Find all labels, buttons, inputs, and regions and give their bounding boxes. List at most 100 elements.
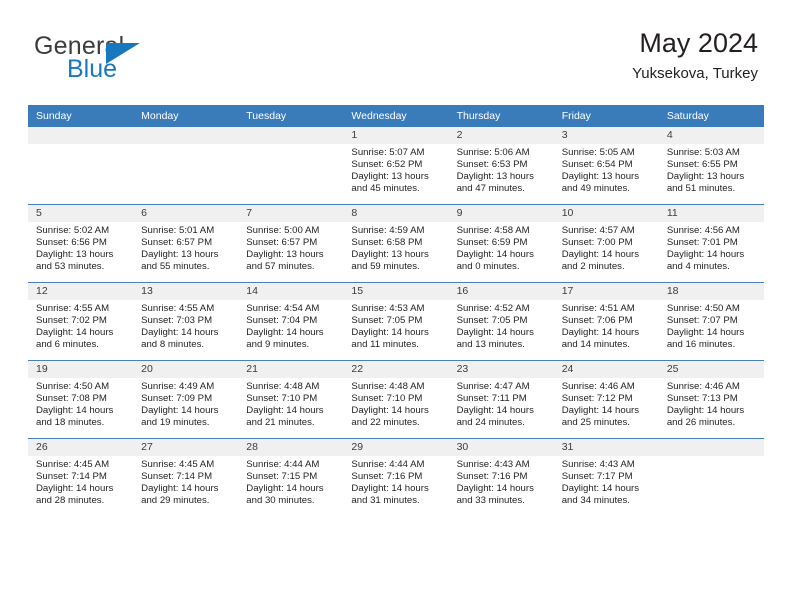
day-daylight-cont-text: and 59 minutes. (351, 261, 420, 273)
day-sunset-text: Sunset: 7:00 PM (561, 237, 633, 249)
calendar-day-cell[interactable]: 30 Sunrise: 4:43 AM Sunset: 7:16 PM Dayligh… (448, 438, 554, 516)
calendar-day-cell[interactable]: 12 Sunrise: 4:55 AM Sunset: 7:02 PM Dayligh… (28, 282, 134, 361)
calendar-day-cell[interactable]: 19 Sunrise: 4:50 AM Sunset: 7:08 PM Dayligh… (28, 360, 134, 439)
day-sunrise-text: Sunrise: 4:58 AM (456, 225, 530, 236)
day-number: 3 (553, 127, 659, 144)
day-sunset-text: Sunset: 7:08 PM (36, 393, 107, 405)
day-sunset-text: Sunset: 7:12 PM (561, 393, 633, 405)
calendar-cell-empty (133, 127, 239, 205)
day-sunrise-text: Sunrise: 4:59 AM (351, 225, 425, 236)
calendar-day-cell[interactable]: 9 Sunrise: 4:58 AM Sunset: 6:59 PM Daylight… (448, 204, 554, 283)
calendar-day-cell[interactable]: 18 Sunrise: 4:50 AM Sunset: 7:07 PM Dayligh… (658, 282, 764, 361)
day-sunset-text: Sunset: 7:01 PM (666, 237, 738, 249)
day-daylight-text: Daylight: 14 hours (456, 483, 534, 495)
calendar-day-cell[interactable]: 29 Sunrise: 4:44 AM Sunset: 7:16 PM Dayligh… (343, 438, 449, 516)
calendar-day-cell[interactable]: 26 Sunrise: 4:45 AM Sunset: 7:14 PM Dayligh… (28, 438, 134, 516)
day-daylight-text: Daylight: 14 hours (351, 327, 429, 339)
calendar-day-cell[interactable]: 27 Sunrise: 4:45 AM Sunset: 7:14 PM Dayligh… (133, 438, 239, 516)
day-sunset-text: Sunset: 7:06 PM (561, 315, 633, 327)
day-sunset-text: Sunset: 7:07 PM (666, 315, 738, 327)
day-daylight-cont-text: and 22 minutes. (351, 417, 420, 429)
day-number (28, 127, 134, 144)
calendar-day-cell[interactable]: 25 Sunrise: 4:46 AM Sunset: 7:13 PM Dayligh… (658, 360, 764, 439)
day-number: 17 (553, 283, 659, 300)
weekday-header-saturday: Saturday (658, 105, 764, 127)
day-sunset-text: Sunset: 7:14 PM (36, 471, 107, 483)
day-daylight-cont-text: and 11 minutes. (351, 339, 419, 351)
calendar-day-cell[interactable]: 10 Sunrise: 4:57 AM Sunset: 7:00 PM Dayligh… (553, 204, 659, 283)
day-number: 14 (238, 283, 344, 300)
day-number: 12 (28, 283, 134, 300)
calendar-day-cell[interactable]: 15 Sunrise: 4:53 AM Sunset: 7:05 PM Dayligh… (343, 282, 449, 361)
day-daylight-text: Daylight: 14 hours (561, 327, 640, 339)
day-daylight-text: Daylight: 14 hours (456, 405, 534, 417)
calendar-day-cell[interactable]: 31 Sunrise: 4:43 AM Sunset: 7:17 PM Dayligh… (553, 438, 659, 516)
day-daylight-text: Daylight: 14 hours (36, 327, 114, 339)
day-number: 29 (343, 439, 449, 456)
calendar-day-cell[interactable]: 13 Sunrise: 4:55 AM Sunset: 7:03 PM Dayligh… (133, 282, 239, 361)
day-daylight-cont-text: and 30 minutes. (246, 495, 315, 507)
calendar-day-cell[interactable]: 22 Sunrise: 4:48 AM Sunset: 7:10 PM Dayligh… (343, 360, 449, 439)
calendar-grid: Sunday Monday Tuesday Wednesday Thursday… (28, 105, 764, 516)
calendar-day-cell[interactable]: 8 Sunrise: 4:59 AM Sunset: 6:58 PM Daylight… (343, 204, 449, 283)
calendar-day-cell[interactable]: 11 Sunrise: 4:56 AM Sunset: 7:01 PM Dayligh… (658, 204, 764, 283)
brand-logo[interactable]: General Blue (34, 34, 264, 92)
day-sunrise-text: Sunrise: 5:03 AM (666, 147, 740, 158)
day-sunrise-text: Sunrise: 4:55 AM (141, 303, 215, 314)
calendar-head: Sunday Monday Tuesday Wednesday Thursday… (28, 105, 764, 127)
calendar-page: General Blue May 2024 Yuksekova, Turkey … (0, 0, 792, 612)
day-sunset-text: Sunset: 7:09 PM (141, 393, 213, 405)
day-daylight-text: Daylight: 14 hours (246, 483, 324, 495)
day-sunrise-text: Sunrise: 4:48 AM (246, 381, 320, 392)
calendar-day-cell[interactable]: 20 Sunrise: 4:49 AM Sunset: 7:09 PM Dayligh… (133, 360, 239, 439)
day-daylight-text: Daylight: 14 hours (561, 483, 640, 495)
weekday-header-tuesday: Tuesday (238, 105, 344, 127)
day-daylight-cont-text: and 14 minutes. (561, 339, 630, 351)
calendar-body: 1 Sunrise: 5:07 AM Sunset: 6:52 PM Daylight… (28, 127, 764, 516)
day-details: Sunrise: 5:03 AM Sunset: 6:55 PM Daylight:… (659, 144, 764, 195)
day-number: 8 (343, 205, 449, 222)
day-sunrise-text: Sunrise: 5:00 AM (246, 225, 320, 236)
day-details: Sunrise: 4:45 AM Sunset: 7:14 PM Daylight:… (133, 456, 238, 507)
calendar-day-cell[interactable]: 5 Sunrise: 5:02 AM Sunset: 6:56 PM Daylight… (28, 204, 134, 283)
calendar-day-cell[interactable]: 23 Sunrise: 4:47 AM Sunset: 7:11 PM Dayligh… (448, 360, 554, 439)
day-details: Sunrise: 4:59 AM Sunset: 6:58 PM Daylight:… (343, 222, 448, 273)
day-daylight-cont-text: and 55 minutes. (141, 261, 210, 273)
day-sunrise-text: Sunrise: 4:43 AM (561, 459, 635, 470)
day-daylight-text: Daylight: 13 hours (351, 249, 429, 261)
day-number: 4 (658, 127, 764, 144)
day-sunset-text: Sunset: 7:10 PM (246, 393, 318, 405)
day-sunset-text: Sunset: 7:14 PM (141, 471, 213, 483)
calendar-day-cell[interactable]: 16 Sunrise: 4:52 AM Sunset: 7:05 PM Dayligh… (448, 282, 554, 361)
day-sunrise-text: Sunrise: 4:44 AM (351, 459, 425, 470)
day-details: Sunrise: 4:56 AM Sunset: 7:01 PM Daylight:… (659, 222, 764, 273)
weekday-header-row: Sunday Monday Tuesday Wednesday Thursday… (28, 105, 764, 127)
day-details: Sunrise: 4:50 AM Sunset: 7:08 PM Daylight:… (28, 378, 133, 429)
calendar-day-cell[interactable]: 2 Sunrise: 5:06 AM Sunset: 6:53 PM Daylight… (448, 127, 554, 205)
day-sunset-text: Sunset: 7:16 PM (351, 471, 423, 483)
day-sunrise-text: Sunrise: 4:47 AM (456, 381, 530, 392)
day-daylight-text: Daylight: 13 hours (351, 171, 429, 183)
calendar-day-cell[interactable]: 24 Sunrise: 4:46 AM Sunset: 7:12 PM Dayligh… (553, 360, 659, 439)
calendar-day-cell[interactable]: 6 Sunrise: 5:01 AM Sunset: 6:57 PM Daylight… (133, 204, 239, 283)
calendar-cell-empty (658, 438, 764, 516)
calendar-day-cell[interactable]: 4 Sunrise: 5:03 AM Sunset: 6:55 PM Daylight… (658, 127, 764, 205)
calendar-day-cell[interactable]: 21 Sunrise: 4:48 AM Sunset: 7:10 PM Dayligh… (238, 360, 344, 439)
day-sunrise-text: Sunrise: 4:46 AM (561, 381, 635, 392)
day-number: 13 (133, 283, 239, 300)
day-daylight-text: Daylight: 14 hours (141, 327, 219, 339)
calendar-day-cell[interactable]: 1 Sunrise: 5:07 AM Sunset: 6:52 PM Daylight… (343, 127, 449, 205)
calendar-day-cell[interactable]: 14 Sunrise: 4:54 AM Sunset: 7:04 PM Dayligh… (238, 282, 344, 361)
day-daylight-cont-text: and 47 minutes. (456, 183, 525, 195)
calendar-day-cell[interactable]: 28 Sunrise: 4:44 AM Sunset: 7:15 PM Dayligh… (238, 438, 344, 516)
day-daylight-cont-text: and 57 minutes. (246, 261, 315, 273)
weekday-header-sunday: Sunday (28, 105, 134, 127)
day-daylight-text: Daylight: 13 hours (36, 249, 114, 261)
calendar-day-cell[interactable]: 17 Sunrise: 4:51 AM Sunset: 7:06 PM Dayligh… (553, 282, 659, 361)
day-daylight-cont-text: and 26 minutes. (666, 417, 736, 429)
calendar-day-cell[interactable]: 3 Sunrise: 5:05 AM Sunset: 6:54 PM Daylight… (553, 127, 659, 205)
day-daylight-text: Daylight: 14 hours (666, 327, 745, 339)
day-daylight-text: Daylight: 14 hours (456, 249, 534, 261)
day-daylight-cont-text: and 49 minutes. (561, 183, 630, 195)
calendar-day-cell[interactable]: 7 Sunrise: 5:00 AM Sunset: 6:57 PM Daylight… (238, 204, 344, 283)
